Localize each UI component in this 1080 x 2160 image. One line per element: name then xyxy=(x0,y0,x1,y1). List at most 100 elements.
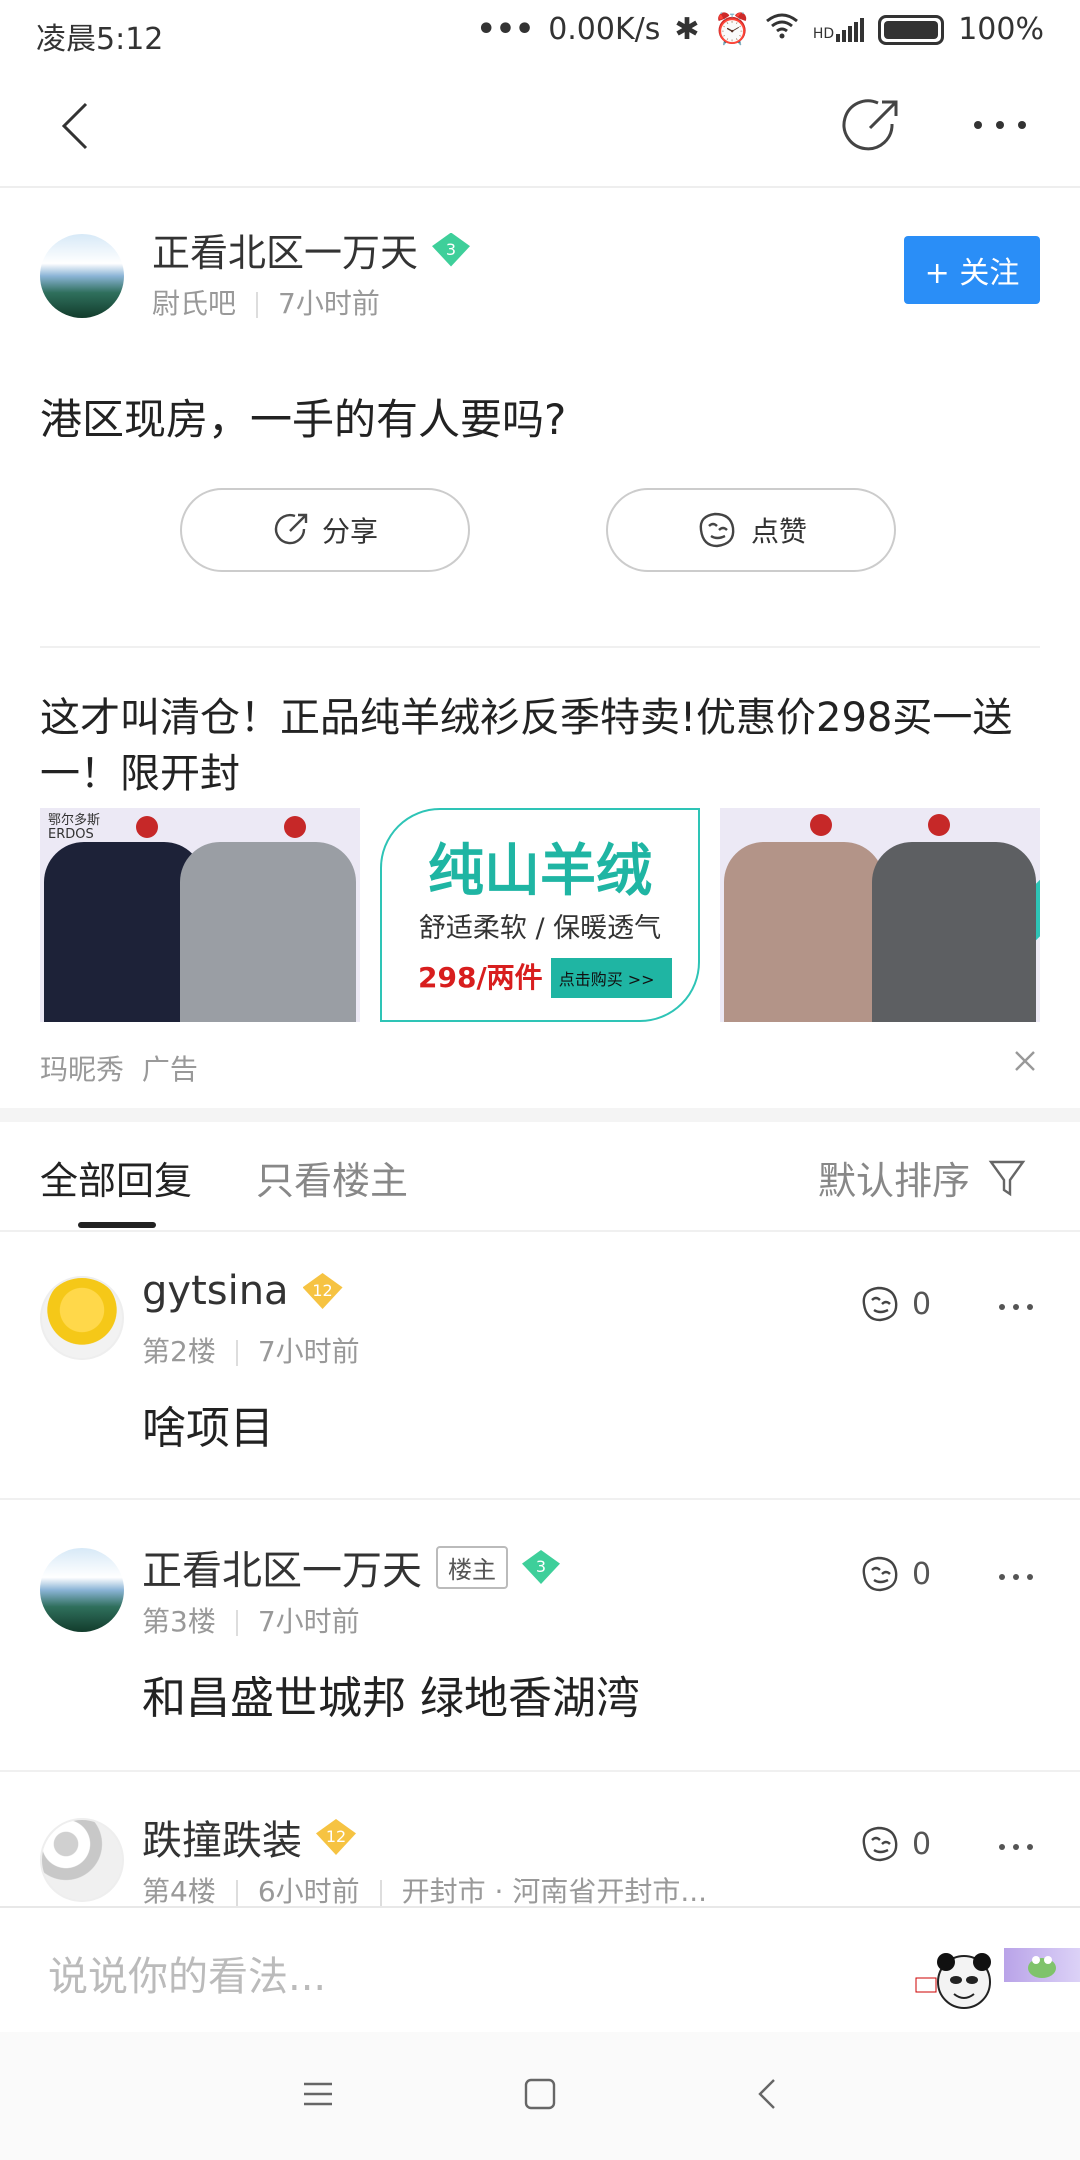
ad-image-3[interactable] xyxy=(720,808,1040,1022)
reply-avatar[interactable] xyxy=(40,1548,124,1632)
bluetooth-icon: ✱ xyxy=(674,12,700,47)
reply-meta: 第3楼 7小时前 xyxy=(142,1600,360,1640)
ad-image-2[interactable]: 纯山羊绒 舒适柔软 / 保暖透气 298/两件 点击购买 >> xyxy=(380,808,700,1022)
level-badge: 3 xyxy=(522,1550,560,1584)
top-nav xyxy=(0,66,1080,188)
sort-button[interactable]: 默认排序 xyxy=(818,1150,1026,1205)
section-gap xyxy=(0,1108,1080,1122)
back-nav-button[interactable] xyxy=(750,2076,786,2112)
follow-button[interactable]: + 关注 xyxy=(904,236,1040,304)
reply-meta: 第4楼 6小时前 开封市 · 河南省开封市... xyxy=(142,1870,707,1906)
filter-icon xyxy=(988,1160,1026,1196)
reply-floor: 第4楼 xyxy=(142,1875,216,1906)
reply-more-button[interactable] xyxy=(998,1298,1034,1317)
reply-floor: 第3楼 xyxy=(142,1605,216,1638)
more-dots-icon xyxy=(999,1304,1033,1310)
reply-user-row: 正看北区一万天 楼主 3 xyxy=(142,1538,560,1596)
author-name[interactable]: 正看北区一万天 xyxy=(152,222,418,277)
frog-sticker-icon xyxy=(1028,1956,1056,1978)
signal-icon: HD xyxy=(813,17,865,42)
back-chevron-icon xyxy=(758,2079,775,2109)
like-label: 点赞 xyxy=(750,515,807,548)
banner-cta: 点击购买 >> xyxy=(558,970,655,989)
home-nav-button[interactable] xyxy=(522,2076,558,2112)
more-dots-icon xyxy=(999,1844,1033,1850)
gif-sticker-button[interactable] xyxy=(1004,1948,1080,1982)
brand-mark: 鄂尔多斯 xyxy=(48,813,101,828)
more-notifications-icon: ••• xyxy=(476,12,535,47)
reply-item: 正看北区一万天 楼主 3 第3楼 7小时前 0 和昌盛世城邦 绿地香湖湾 xyxy=(0,1502,1080,1772)
reply-time: 6小时前 xyxy=(257,1875,360,1906)
like-paw-icon xyxy=(862,1556,898,1592)
sort-label: 默认排序 xyxy=(818,1159,971,1203)
more-dots-icon xyxy=(974,121,1026,129)
beige-sweater xyxy=(724,842,884,1022)
like-paw-icon xyxy=(862,1286,898,1322)
ad-source: 玛昵秀 xyxy=(40,1053,125,1086)
like-count: 0 xyxy=(912,1826,932,1862)
section-divider xyxy=(40,646,1040,648)
share-button[interactable] xyxy=(840,94,904,158)
like-paw-icon xyxy=(862,1826,898,1862)
hanger-icon xyxy=(928,814,950,836)
reply-location: 开封市 · 河南省开封市... xyxy=(401,1875,708,1906)
battery-icon xyxy=(878,14,945,45)
home-square-icon xyxy=(524,2078,556,2110)
ad-title[interactable]: 这才叫清仓！正品纯羊绒衫反季特卖!优惠价298买一送一！限开封 xyxy=(40,690,1040,802)
menu-nav-button[interactable] xyxy=(300,2076,336,2112)
like-count: 0 xyxy=(912,1286,932,1322)
reply-like-button[interactable]: 0 xyxy=(858,1284,931,1324)
system-nav-bar xyxy=(0,2032,1080,2160)
brand-sub: ERDOS xyxy=(48,827,94,842)
post-time: 7小时前 xyxy=(278,287,380,320)
wifi-icon xyxy=(765,12,799,47)
more-button[interactable] xyxy=(970,110,1030,140)
share-label: 分享 xyxy=(321,515,378,548)
status-icons: ••• 0.00K/s ✱ ⏰ HD 100% xyxy=(477,12,1044,47)
reply-avatar[interactable] xyxy=(40,1276,124,1360)
like-pill-button[interactable]: 点赞 xyxy=(606,488,896,572)
banner-subtitle: 舒适柔软 / 保暖透气 xyxy=(418,913,662,944)
reply-username[interactable]: 正看北区一万天 xyxy=(142,1538,422,1596)
charcoal-sweater xyxy=(872,842,1036,1022)
reply-body: 和昌盛世城邦 绿地香湖湾 xyxy=(142,1673,640,1724)
level-badge: 12 xyxy=(316,1819,356,1855)
grey-sweater xyxy=(180,842,356,1022)
ad-image-1[interactable]: 鄂尔多斯 ERDOS xyxy=(40,808,360,1022)
tab-all-replies[interactable]: 全部回复 xyxy=(40,1150,192,1205)
meta-divider xyxy=(256,292,259,318)
reply-username[interactable]: 跌撞跌装 xyxy=(142,1808,302,1866)
forum-name[interactable]: 尉氏吧 xyxy=(152,287,236,320)
meta-divider xyxy=(379,1880,382,1906)
banner-price: 298/两件 xyxy=(410,958,551,998)
hanger-icon xyxy=(284,816,306,838)
emoji-sticker-button[interactable] xyxy=(912,1948,1002,2014)
active-tab-indicator xyxy=(78,1222,156,1228)
reply-user-row: gytsina 12 xyxy=(142,1268,343,1314)
ad-footer: 玛昵秀 广告 xyxy=(40,1048,198,1088)
close-ad-button[interactable] xyxy=(1010,1046,1040,1076)
share-pill-button[interactable]: 分享 xyxy=(180,488,470,572)
reply-more-button[interactable] xyxy=(998,1838,1034,1857)
comment-input[interactable]: 说说你的看法... xyxy=(48,1944,326,2002)
reply-time: 7小时前 xyxy=(257,1335,360,1368)
share-icon xyxy=(274,513,308,545)
reply-user-row: 跌撞跌装 12 xyxy=(142,1808,356,1866)
reply-floor: 第2楼 xyxy=(142,1335,216,1368)
reply-more-button[interactable] xyxy=(998,1568,1034,1587)
meta-divider xyxy=(235,1880,238,1906)
status-time: 凌晨5:12 xyxy=(36,22,164,57)
reply-username[interactable]: gytsina xyxy=(142,1268,289,1314)
author-avatar[interactable] xyxy=(40,234,124,318)
status-bar: 凌晨5:12 ••• 0.00K/s ✱ ⏰ HD 100% xyxy=(0,0,1080,66)
op-tag: 楼主 xyxy=(436,1545,508,1589)
share-icon xyxy=(842,99,898,151)
brand-logo: 鄂尔多斯 ERDOS xyxy=(48,814,100,842)
tab-op-only[interactable]: 只看楼主 xyxy=(256,1150,408,1205)
reply-like-button[interactable]: 0 xyxy=(858,1824,931,1864)
post-meta: 尉氏吧 7小时前 xyxy=(152,282,380,322)
reply-like-button[interactable]: 0 xyxy=(858,1554,931,1594)
back-button[interactable] xyxy=(50,96,110,156)
reply-avatar[interactable] xyxy=(40,1818,124,1902)
reply-meta: 第2楼 7小时前 xyxy=(142,1330,360,1370)
